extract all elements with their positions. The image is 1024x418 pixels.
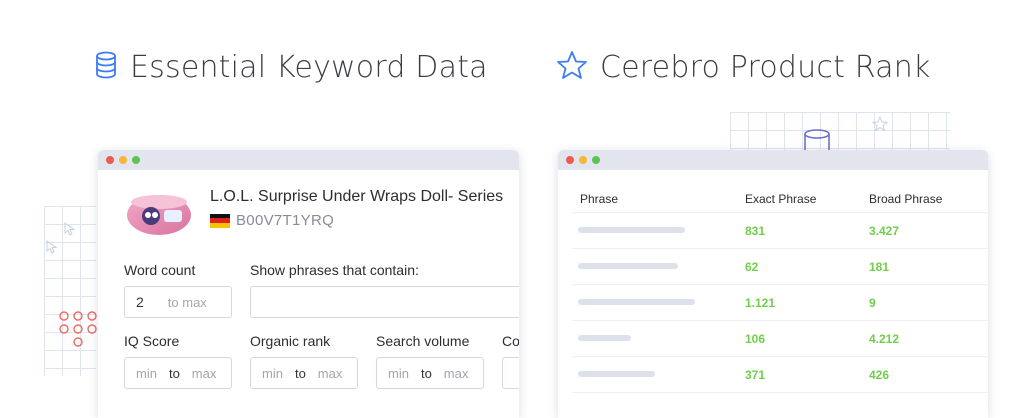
product-asin: B00V7T1YRQ <box>236 212 335 229</box>
phrase-placeholder-bar <box>578 263 678 269</box>
close-dot[interactable] <box>106 156 114 164</box>
phrase-placeholder-bar <box>578 335 631 341</box>
section-title: Essential Keyword Data <box>130 50 488 85</box>
product-image <box>124 188 194 240</box>
germany-flag-icon <box>210 213 230 228</box>
table-divider <box>572 284 988 285</box>
product-title[interactable]: L.O.L. Surprise Under Wraps Doll- Series <box>210 188 503 206</box>
phrases-input[interactable] <box>250 286 519 318</box>
product-rank-window: Phrase Exact Phrase Broad Phrase 831 3.4… <box>558 150 988 418</box>
search-volume-range-input[interactable]: min to max <box>376 357 484 389</box>
table-divider <box>572 356 988 357</box>
broad-phrase-value: 3.427 <box>869 224 900 238</box>
organic-rank-range-input[interactable]: min to max <box>250 357 358 389</box>
section-title: Cerebro Product Rank <box>600 50 931 85</box>
truncated-filter-label: Co <box>502 333 519 349</box>
database-icon <box>94 51 118 84</box>
table-divider <box>572 320 988 321</box>
circles-decoration-icon <box>58 310 102 357</box>
keyword-data-window: L.O.L. Surprise Under Wraps Doll- Series… <box>98 150 519 418</box>
min-placeholder: min <box>136 365 157 381</box>
word-count-input[interactable]: 2 to max <box>124 286 232 318</box>
close-dot[interactable] <box>566 156 574 164</box>
phrases-label: Show phrases that contain: <box>250 262 419 278</box>
exact-phrase-value: 106 <box>745 332 766 346</box>
iq-score-label: IQ Score <box>124 333 180 349</box>
organic-rank-label: Organic rank <box>250 333 331 349</box>
star-decoration-icon <box>871 115 889 137</box>
broad-phrase-value: 426 <box>869 368 890 382</box>
phrase-placeholder-bar <box>578 299 695 305</box>
to-separator: to <box>168 365 180 381</box>
max-placeholder: max <box>443 365 469 381</box>
max-placeholder: max <box>317 365 343 381</box>
broad-phrase-value: 4.212 <box>869 332 900 346</box>
window-titlebar <box>558 150 988 170</box>
broad-phrase-value: 9 <box>869 296 876 310</box>
phrase-placeholder-bar <box>578 371 655 377</box>
broad-phrase-value: 181 <box>869 260 890 274</box>
essential-keyword-data-heading: Essential Keyword Data <box>94 50 488 85</box>
column-header-broad-phrase[interactable]: Broad Phrase <box>869 192 942 206</box>
window-titlebar <box>98 150 519 170</box>
table-divider <box>572 392 988 393</box>
column-header-exact-phrase[interactable]: Exact Phrase <box>745 192 816 206</box>
column-header-phrase[interactable]: Phrase <box>580 192 618 206</box>
exact-phrase-value: 371 <box>745 368 766 382</box>
phrase-placeholder-bar <box>578 227 685 233</box>
exact-phrase-value: 62 <box>745 260 759 274</box>
min-placeholder: min <box>388 365 409 381</box>
exact-phrase-value: 1.121 <box>745 296 776 310</box>
maximize-dot[interactable] <box>592 156 600 164</box>
cursor-icon <box>64 222 76 241</box>
cursor-icon <box>46 240 58 259</box>
to-separator: to <box>420 365 432 381</box>
min-placeholder: min <box>262 365 283 381</box>
minimize-dot[interactable] <box>119 156 127 164</box>
word-count-label: Word count <box>124 262 196 278</box>
star-icon <box>556 50 588 85</box>
maximize-dot[interactable] <box>132 156 140 164</box>
word-count-value: 2 <box>136 294 144 310</box>
table-divider <box>572 212 988 213</box>
max-placeholder: max <box>191 365 217 381</box>
to-separator: to <box>294 365 306 381</box>
cerebro-product-rank-heading: Cerebro Product Rank <box>556 50 931 85</box>
word-count-max-placeholder: to max <box>167 294 207 310</box>
search-volume-label: Search volume <box>376 333 470 349</box>
grid-decoration <box>730 112 950 150</box>
minimize-dot[interactable] <box>579 156 587 164</box>
table-divider <box>572 248 988 249</box>
exact-phrase-value: 831 <box>745 224 766 238</box>
product-card[interactable]: L.O.L. Surprise Under Wraps Doll- Series… <box>124 188 503 240</box>
iq-score-range-input[interactable]: min to max <box>124 357 232 389</box>
truncated-filter-input[interactable] <box>502 357 519 389</box>
